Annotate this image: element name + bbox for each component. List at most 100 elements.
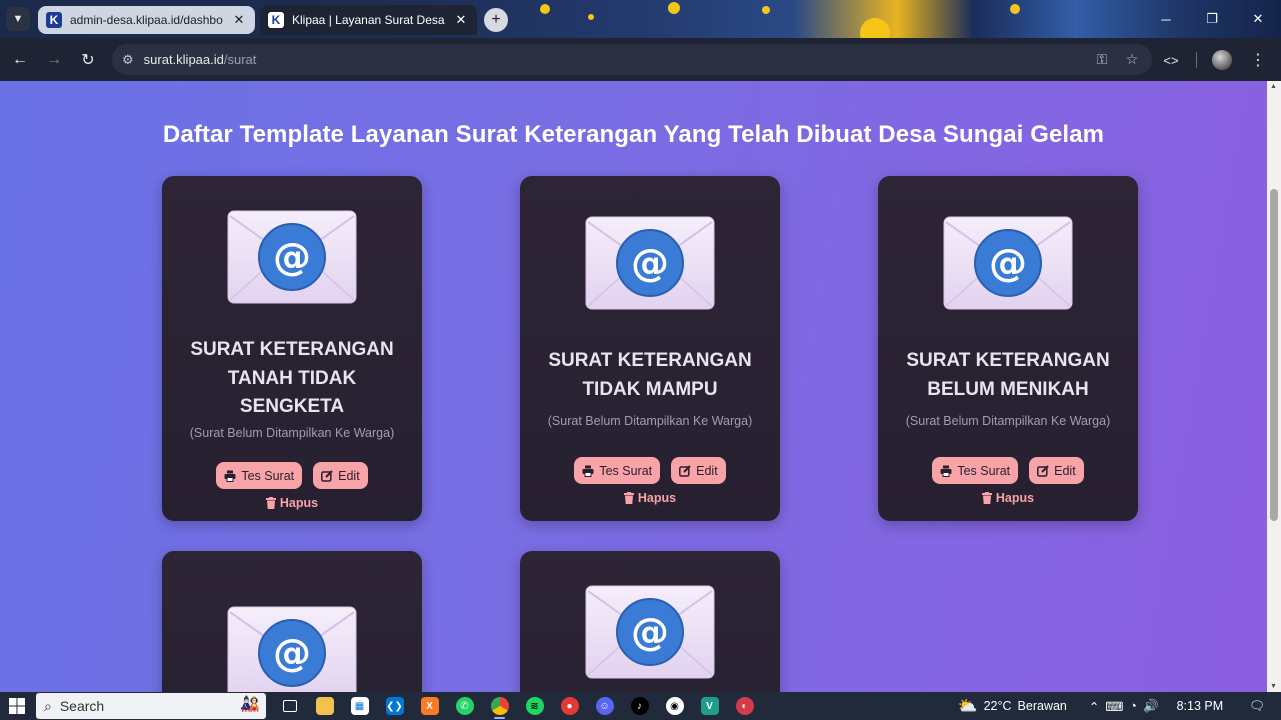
delete-button[interactable]: Hapus: [878, 491, 1138, 505]
delete-button[interactable]: Hapus: [162, 496, 422, 510]
print-icon: [582, 465, 594, 477]
app-red-icon: ●: [560, 697, 579, 715]
task-view-icon: [282, 700, 297, 712]
test-letter-button[interactable]: Tes Surat: [574, 457, 661, 484]
edit-button[interactable]: Edit: [1029, 457, 1084, 484]
taskbar-chrome[interactable]: [482, 692, 517, 720]
card-title: SURAT KETERANGAN TANAH TIDAK SENGKETA: [190, 339, 394, 417]
restore-icon[interactable]: ❐: [1189, 0, 1235, 38]
edit-button[interactable]: Edit: [313, 462, 368, 489]
xampp-icon: X: [420, 697, 439, 715]
task-view-button[interactable]: [272, 692, 307, 720]
system-tray: ⛅ 22°C Berawan ⌃ ⌨ ◔ 🔊 8:13 PM 🗨: [952, 692, 1281, 720]
window-controls: ─ ❐ ✕: [1143, 0, 1281, 38]
svg-text:@: @: [273, 235, 311, 279]
trash-icon: [623, 492, 634, 504]
toolbar-right-actions: <> ⋮: [1156, 43, 1273, 77]
visual-studio-icon: V: [700, 697, 719, 715]
taskbar-store[interactable]: ▦: [342, 692, 377, 720]
taskbar-app-db[interactable]: ◐: [727, 692, 762, 720]
browser-toolbar: ← → ↻ ⚙ surat.klipaa.id/surat ⚿ ☆ <> ⋮: [0, 38, 1281, 81]
card-status: (Surat Belum Ditampilkan Ke Warga): [905, 414, 1111, 428]
profile-button[interactable]: [1207, 43, 1237, 77]
delete-button[interactable]: Hapus: [520, 491, 780, 505]
site-info-icon[interactable]: ⚙: [122, 52, 134, 68]
card-status: (Surat Belum Ditampilkan Ke Warga): [189, 426, 395, 440]
scroll-down-icon[interactable]: ▼: [1270, 683, 1277, 690]
windows-taskbar: ⌕ Search 🎎 ▦ ❮❯ X ✆ ≋ ● ☺ ♪ ◉ V ◐ ⛅ 22°C…: [0, 692, 1281, 720]
print-icon: [224, 470, 236, 482]
volume-icon[interactable]: 🔊: [1143, 699, 1159, 714]
test-letter-button[interactable]: Tes Surat: [932, 457, 1019, 484]
taskbar-app-vs[interactable]: V: [692, 692, 727, 720]
taskbar-whatsapp[interactable]: ✆: [447, 692, 482, 720]
clock[interactable]: 8:13 PM: [1171, 699, 1230, 713]
kebab-menu-icon[interactable]: ⋮: [1243, 43, 1273, 77]
wifi-icon[interactable]: ◔: [1129, 699, 1137, 713]
taskbar-tiktok[interactable]: ♪: [622, 692, 657, 720]
chevron-up-icon[interactable]: ⌃: [1089, 699, 1099, 714]
letter-template-card: @ SURAT KETERANGAN TIDAK MAMPU (Surat Be…: [520, 176, 780, 521]
folder-icon: [315, 697, 334, 715]
windows-logo-icon: [9, 698, 25, 714]
tab-search-button[interactable]: ▼: [6, 7, 30, 31]
github-icon: ◉: [665, 697, 684, 715]
cloudy-weather-icon: ⛅: [957, 698, 978, 715]
tab-layanan-surat[interactable]: K Klipaa | Layanan Surat Desa sungai gel…: [260, 5, 477, 35]
close-tab-icon[interactable]: ✕: [453, 12, 469, 28]
trash-icon: [265, 497, 276, 509]
store-icon: ▦: [350, 697, 369, 715]
taskbar-spotify[interactable]: ≋: [517, 692, 552, 720]
letter-template-card: @: [520, 551, 780, 692]
email-envelope-icon: @: [227, 210, 357, 304]
minimize-icon[interactable]: ─: [1143, 0, 1189, 38]
edit-button[interactable]: Edit: [671, 457, 726, 484]
bookmark-star-icon[interactable]: ☆: [1122, 51, 1142, 68]
devtools-code-icon[interactable]: <>: [1156, 43, 1186, 77]
back-arrow-icon[interactable]: ←: [3, 43, 37, 77]
weather-widget[interactable]: ⛅ 22°C Berawan: [952, 696, 1073, 716]
svg-text:@: @: [631, 241, 669, 285]
wallpaper-star: [1010, 4, 1020, 14]
new-tab-button[interactable]: +: [484, 8, 508, 32]
notification-icon[interactable]: 🗨: [1243, 699, 1271, 714]
wallpaper-star: [762, 6, 770, 14]
letter-template-card: @: [162, 551, 422, 692]
wallpaper-star: [540, 4, 550, 14]
taskbar-vscode[interactable]: ❮❯: [377, 692, 412, 720]
taskbar-search-box[interactable]: ⌕ Search 🎎: [36, 693, 266, 719]
print-icon: [940, 465, 952, 477]
email-envelope-icon: @: [227, 606, 357, 692]
taskbar-app-red[interactable]: ●: [552, 692, 587, 720]
close-window-icon[interactable]: ✕: [1235, 0, 1281, 38]
wallpaper-star: [668, 2, 680, 14]
search-icon: ⌕: [44, 697, 52, 714]
password-key-icon[interactable]: ⚿: [1092, 51, 1112, 68]
reload-icon[interactable]: ↻: [71, 43, 105, 77]
address-url[interactable]: surat.klipaa.id/surat: [144, 52, 1082, 67]
tab-title: admin-desa.klipaa.id/dashboard: [70, 13, 223, 27]
search-highlight-icon: 🎎: [240, 696, 260, 713]
test-letter-button[interactable]: Tes Surat: [216, 462, 303, 489]
letter-template-card: @ SURAT KETERANGAN BELUM MENIKAH (Surat …: [878, 176, 1138, 521]
tab-admin-dashboard[interactable]: K admin-desa.klipaa.id/dashboard ✕: [38, 6, 255, 34]
trash-icon: [981, 492, 992, 504]
keyboard-icon[interactable]: ⌨: [1105, 699, 1123, 714]
taskbar-file-explorer[interactable]: [307, 692, 342, 720]
edit-icon: [679, 464, 691, 477]
vscode-icon: ❮❯: [385, 697, 404, 715]
scrollbar-thumb[interactable]: [1270, 189, 1278, 521]
page-scrollbar[interactable]: ▲ ▼: [1267, 81, 1281, 692]
taskbar-xampp[interactable]: X: [412, 692, 447, 720]
tiktok-icon: ♪: [630, 697, 649, 715]
forward-arrow-icon[interactable]: →: [37, 43, 71, 77]
card-actions: Tes Surat Edit: [520, 457, 780, 484]
scroll-up-icon[interactable]: ▲: [1270, 83, 1277, 90]
taskbar-github[interactable]: ◉: [657, 692, 692, 720]
address-bar[interactable]: ⚙ surat.klipaa.id/surat ⚿ ☆: [112, 44, 1152, 75]
close-tab-icon[interactable]: ✕: [231, 12, 247, 28]
chrome-icon: [490, 697, 509, 715]
taskbar-discord[interactable]: ☺: [587, 692, 622, 720]
email-envelope-icon: @: [585, 216, 715, 310]
start-button[interactable]: [0, 692, 34, 720]
